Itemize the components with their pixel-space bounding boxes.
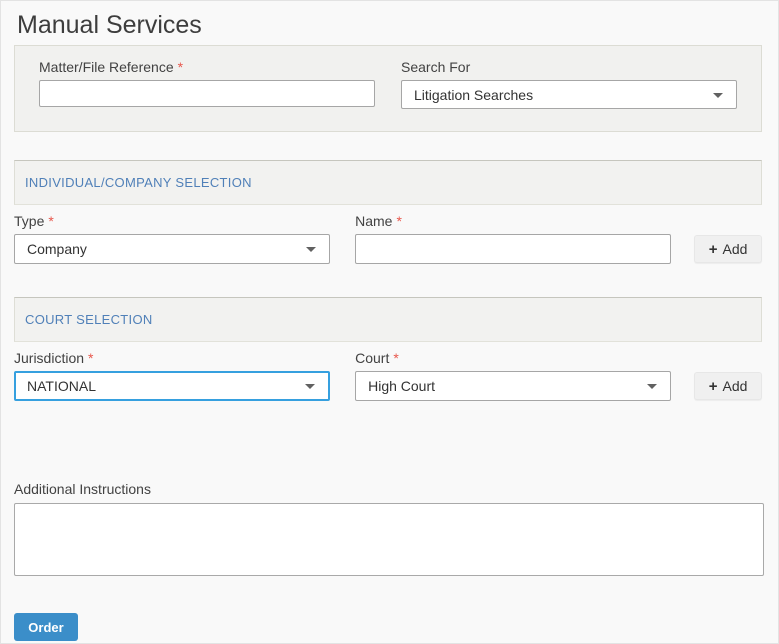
court-selection-heading: COURT SELECTION [25, 312, 153, 327]
court-label: Court * [355, 350, 399, 366]
required-asterisk: * [88, 350, 94, 366]
matter-file-reference-label: Matter/File Reference * [39, 59, 184, 75]
chevron-down-icon [647, 384, 658, 389]
court-value: High Court [368, 378, 436, 394]
type-value: Company [27, 241, 87, 257]
type-field: Type * Company [14, 213, 331, 264]
jurisdiction-select[interactable]: NATIONAL [14, 371, 331, 401]
individual-company-section-header: INDIVIDUAL/COMPANY SELECTION [14, 160, 762, 205]
add-court-button[interactable]: + Add [694, 372, 762, 400]
add-court-button-label: Add [722, 378, 748, 394]
court-select[interactable]: High Court [355, 371, 672, 401]
required-asterisk: * [393, 350, 399, 366]
add-name-button[interactable]: + Add [694, 235, 762, 263]
name-field: Name * [355, 213, 672, 264]
search-for-label: Search For [401, 59, 471, 75]
search-for-field: Search For Litigation Searches [401, 60, 737, 117]
name-input[interactable] [355, 234, 672, 264]
individual-company-heading: INDIVIDUAL/COMPANY SELECTION [25, 175, 252, 190]
matter-file-reference-field: Matter/File Reference * [39, 60, 375, 117]
court-field: Court * High Court [355, 350, 672, 401]
required-asterisk: * [396, 213, 402, 229]
plus-icon: + [708, 377, 718, 395]
jurisdiction-label: Jurisdiction * [14, 350, 94, 366]
required-asterisk: * [177, 59, 184, 75]
individual-company-row: Type * Company Name * + Add [14, 214, 762, 264]
manual-services-page: Manual Services Matter/File Reference * S… [1, 11, 778, 641]
order-button[interactable]: Order [14, 613, 78, 641]
chevron-down-icon [306, 247, 317, 252]
chevron-down-icon [713, 92, 723, 98]
court-selection-row: Jurisdiction * NATIONAL Court * High Court… [14, 351, 762, 401]
additional-instructions-label: Additional Instructions [14, 481, 151, 497]
matter-file-reference-input[interactable] [39, 80, 375, 107]
page-title: Manual Services [17, 11, 202, 39]
jurisdiction-value: NATIONAL [27, 378, 96, 394]
type-label: Type * [14, 213, 54, 229]
add-name-button-label: Add [722, 241, 748, 257]
search-for-select[interactable]: Litigation Searches [401, 80, 737, 109]
reference-panel: Matter/File Reference * Search For Litiga… [14, 45, 762, 132]
name-label: Name * [355, 213, 402, 229]
plus-icon: + [708, 240, 718, 258]
additional-instructions-textarea[interactable] [14, 503, 764, 576]
type-select[interactable]: Company [14, 234, 331, 264]
jurisdiction-field: Jurisdiction * NATIONAL [14, 350, 331, 401]
required-asterisk: * [48, 213, 54, 229]
court-selection-section-header: COURT SELECTION [14, 297, 762, 342]
chevron-down-icon [305, 384, 316, 389]
search-for-value: Litigation Searches [414, 86, 534, 103]
